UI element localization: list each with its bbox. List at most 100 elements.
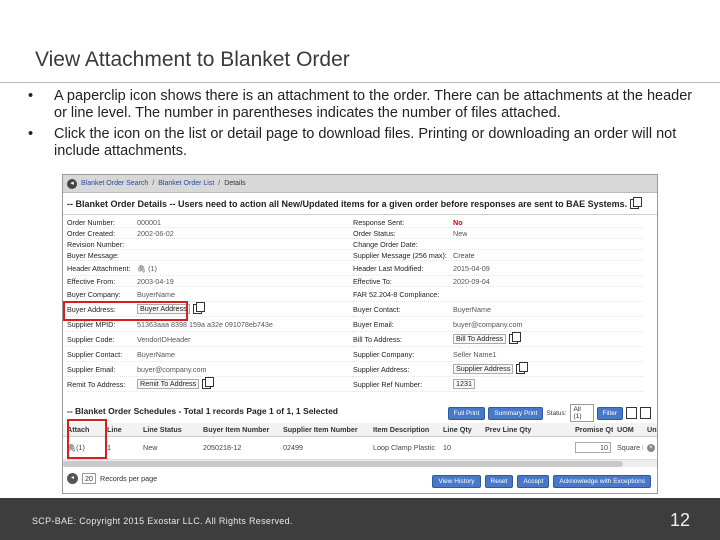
bullet-text: A paperclip icon shows there is an attac… [54,88,693,121]
field-label: Supplier Message (256 max): [353,250,447,260]
field-value: VendorIDHeader [137,334,191,344]
copy-icon[interactable] [202,377,215,389]
slide-title: View Attachment to Blanket Order [35,48,350,71]
table-cell: 2050218-12 [203,442,242,452]
field-label: Bill To Address: [353,334,403,344]
scrollbar-thumb[interactable] [63,461,623,467]
field-label: Buyer Email: [353,319,394,329]
field-label: Buyer Contact: [353,304,401,314]
column-header[interactable]: Line Status [139,425,199,434]
embedded-screenshot: ◂ Blanket Order Search / Blanket Order L… [62,174,658,494]
copy-icon[interactable] [516,362,529,374]
section-title: -- Blanket Order Details -- Users need t… [67,198,628,209]
copyright-text: SCP-BAE: Copyright 2015 Exostar LLC. All… [32,516,293,526]
table-cell: 1 [107,442,111,452]
table-cell: New [143,442,158,452]
field-label: Remit To Address: [67,379,126,389]
field-label: Supplier Code: [67,334,115,344]
breadcrumb: ◂ Blanket Order Search / Blanket Order L… [63,175,657,193]
header-attachment-link[interactable]: 🖇 (1) [137,264,157,273]
field-label: Supplier Email: [67,364,116,374]
remove-icon[interactable]: × [647,444,655,452]
slide-footer: SCP-BAE: Copyright 2015 Exostar LLC. All… [0,498,720,540]
field-label: Revision Number: [67,239,125,249]
summary-print-button[interactable]: Summary Print [488,406,544,420]
field-value: BuyerName [137,289,175,299]
records-per-page-label: Records per page [100,474,158,483]
breadcrumb-link[interactable]: Blanket Order List [158,180,214,187]
promise-qty-input[interactable]: 10 [575,441,611,453]
field-label: Effective To: [353,276,392,286]
breadcrumb-current: Details [224,180,246,187]
action-buttons: View History Reset Accept Acknowledge wi… [432,475,651,488]
copy-icon[interactable] [509,332,522,344]
copy-icon[interactable] [192,302,205,314]
accept-button[interactable]: Accept [517,475,550,488]
column-header[interactable]: Prev Line Qty [481,425,571,434]
address-box: Bill To Address [453,334,507,344]
breadcrumb-link[interactable]: Blanket Order Search [81,180,148,187]
edit-icon[interactable] [640,407,651,419]
schedule-toolbar: Full Print Summary Print Status: All (1)… [447,404,651,422]
table-row[interactable]: 🖇(1) 1 New 2050218-12 02499 Loop Clamp P… [63,439,657,455]
row-action-cell: × [643,442,657,452]
status-select[interactable]: All (1) [569,404,594,422]
prev-page-icon[interactable]: ◂ [67,473,78,484]
field-label: Change Order Date: [353,239,418,249]
column-header[interactable]: Item Description [369,425,439,434]
field-value: buyer@company.com [453,319,523,329]
column-header[interactable]: UOM [613,425,643,434]
table-cell: 02499 [283,442,303,452]
full-print-button[interactable]: Full Print [447,406,486,420]
copy-icon[interactable] [630,196,643,209]
field-label: Effective From: [67,276,116,286]
supplier-ref-input[interactable]: 1231 [453,379,475,389]
table-cell: Square Foot [617,442,643,452]
column-header[interactable]: Line Qty [439,425,481,434]
field-label: Supplier Contact: [67,349,123,359]
promise-qty-cell: 10 [571,441,613,453]
view-history-button[interactable]: View History [432,475,481,488]
filter-button[interactable]: Filter [596,406,623,420]
field-label: Header Last Modified: [353,263,424,273]
reset-button[interactable]: Reset [484,475,514,488]
column-header[interactable]: Unit [643,425,657,434]
field-label: Buyer Company: [67,289,121,299]
bullet-list: • A paperclip icon shows there is an att… [28,88,708,164]
column-header[interactable]: Supplier Item Number [279,425,369,434]
paperclip-icon[interactable]: 🖇 [137,264,146,273]
field-value: 2003-04-19 [137,276,174,286]
horizontal-scrollbar[interactable] [63,459,657,467]
field-value: 2002-06-02 [137,228,174,238]
field-value: 2015-04-09 [453,263,490,273]
export-icon[interactable] [626,407,637,419]
field-value: Seller Name1 [453,349,497,359]
field-value: buyer@company.com [137,364,207,374]
field-value: BuyerName [453,304,491,314]
field-value: BuyerName [137,349,175,359]
field-value: 000001 [137,217,161,227]
field-label: Header Attachment: [67,263,131,273]
page-size-select[interactable]: 20 [82,473,96,484]
bullet-item: • A paperclip icon shows there is an att… [28,88,708,122]
home-icon[interactable]: ◂ [67,178,77,189]
supplier-message-link[interactable]: Create [453,251,475,260]
title-divider [0,82,720,83]
attachment-count: (1) [148,263,157,273]
field-label: Order Number: [67,217,115,227]
field-label: Supplier Address: [353,364,410,374]
details-right-column: Response Sent: No Order Status: New Change… [353,217,643,392]
address-box: Remit To Address [137,379,200,389]
field-value: 2020-09-04 [453,276,490,286]
acknowledge-exceptions-button[interactable]: Acknowledge with Exceptions [553,475,651,488]
field-label: Order Status: [353,228,396,238]
schedule-table-header: Attach Line Line Status Buyer Item Numbe… [63,423,657,437]
field-label: Order Created: [67,228,115,238]
table-cell: 10 [443,442,451,452]
column-header[interactable]: Buyer Item Number [199,425,279,434]
column-header[interactable]: Line [103,425,139,434]
column-header[interactable]: Promise Qty [571,425,613,434]
details-grid: Order Number: 000001 Order Created: 2002-0… [63,215,657,393]
field-label: Response Sent: [353,217,405,227]
address-box: Supplier Address [453,364,514,374]
